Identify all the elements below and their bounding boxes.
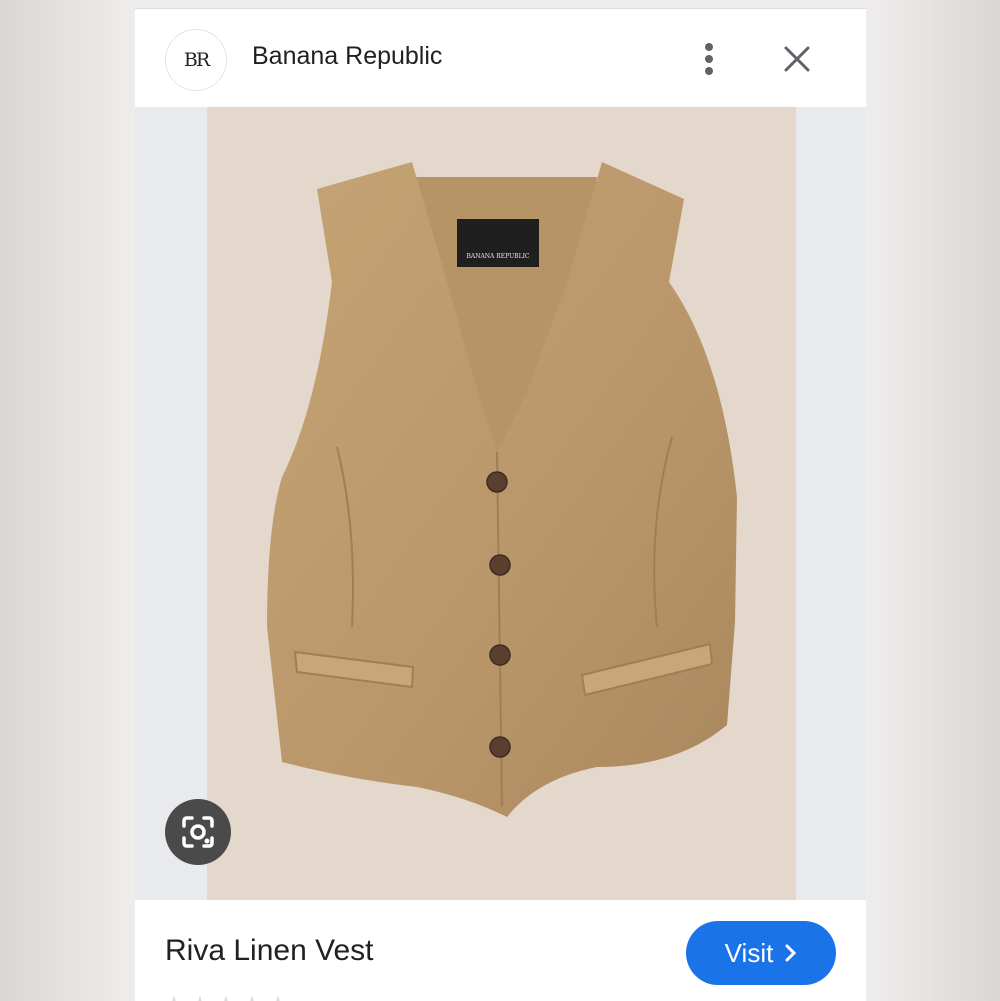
- brand-label-text: BANANA REPUBLIC: [466, 253, 530, 260]
- result-card: BR Banana Republic BANANA REPUBLIC Riva …: [135, 8, 866, 1001]
- product-image[interactable]: BANANA REPUBLIC: [207, 107, 796, 900]
- lens-search-button[interactable]: [165, 799, 231, 865]
- image-area: BANANA REPUBLIC: [135, 107, 866, 900]
- product-title[interactable]: Riva Linen Vest: [165, 934, 373, 968]
- close-icon: [784, 46, 810, 72]
- more-vert-icon: [705, 43, 713, 75]
- vest-illustration: [267, 162, 737, 817]
- site-logo[interactable]: BR: [165, 29, 227, 91]
- close-button[interactable]: [777, 39, 817, 79]
- result-header: BR Banana Republic: [135, 9, 866, 107]
- site-name[interactable]: Banana Republic: [252, 42, 442, 71]
- visit-label: Visit: [724, 937, 774, 968]
- site-logo-text: BR: [183, 49, 210, 71]
- lens-icon: [182, 816, 214, 848]
- chevron-right-icon: [785, 944, 797, 962]
- visit-button[interactable]: Visit: [686, 921, 836, 985]
- more-options-button[interactable]: [691, 39, 727, 79]
